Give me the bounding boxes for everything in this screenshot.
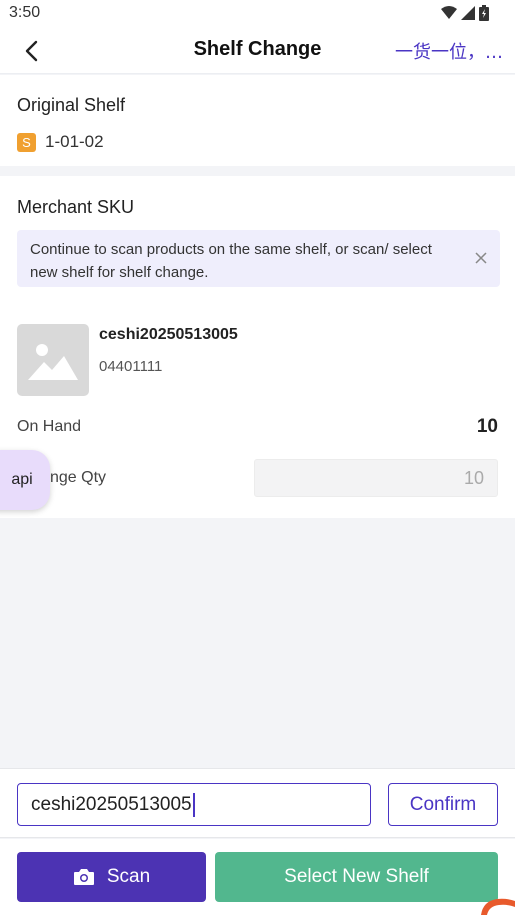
merchant-sku-card: Merchant SKU Continue to scan products o… [0, 176, 515, 518]
shelf-row: S 1-01-02 [17, 132, 104, 152]
nav-bar: Shelf Change 一货一位，… [0, 28, 515, 74]
scan-button[interactable]: Scan [17, 852, 206, 902]
status-time: 3:50 [9, 4, 41, 21]
wifi-icon [441, 6, 457, 19]
shelf-code: 1-01-02 [45, 132, 104, 151]
nav-right-menu[interactable]: 一货一位，… [395, 38, 503, 64]
scan-button-label: Scan [106, 866, 151, 887]
product-image-placeholder-icon [17, 324, 89, 396]
notice-banner: Continue to scan products on the same sh… [17, 230, 500, 287]
notice-text: Continue to scan products on the same sh… [30, 241, 432, 281]
on-hand-label: On Hand [17, 418, 82, 435]
bottom-action-bar: Scan Select New Shelf [0, 839, 515, 915]
select-new-shelf-button[interactable]: Select New Shelf [215, 852, 498, 902]
merchant-sku-title: Merchant SKU [17, 197, 135, 217]
text-caret [192, 792, 195, 817]
confirm-button[interactable]: Confirm [388, 783, 498, 826]
product-code: 04401111 [99, 358, 163, 375]
product-row[interactable]: ceshi20250513005 04401111 [17, 324, 238, 396]
scan-input[interactable]: ceshi20250513005 [17, 783, 371, 826]
camera-icon [73, 869, 94, 885]
on-hand-value: 10 [476, 416, 498, 437]
scan-input-value: ceshi20250513005 [31, 794, 192, 815]
original-shelf-card: Original Shelf S 1-01-02 [0, 75, 515, 166]
product-info: ceshi20250513005 04401111 [99, 326, 238, 396]
corner-logo-icon [481, 898, 515, 915]
status-bar: 3:50 [0, 0, 515, 28]
close-icon[interactable] [473, 250, 489, 266]
change-qty-input[interactable]: 10 [254, 459, 498, 497]
original-shelf-title: Original Shelf [17, 95, 126, 115]
shelf-type-badge: S [17, 132, 36, 152]
battery-icon [479, 5, 489, 21]
api-floating-button[interactable]: api [0, 450, 50, 510]
on-hand-row: On Hand 10 [17, 416, 498, 438]
status-icons [441, 5, 489, 21]
product-name: ceshi20250513005 [99, 326, 238, 343]
signal-icon [461, 6, 475, 20]
change-qty-row: nge Qty 10 [17, 459, 498, 497]
scan-input-bar: ceshi20250513005 Confirm [0, 768, 515, 838]
